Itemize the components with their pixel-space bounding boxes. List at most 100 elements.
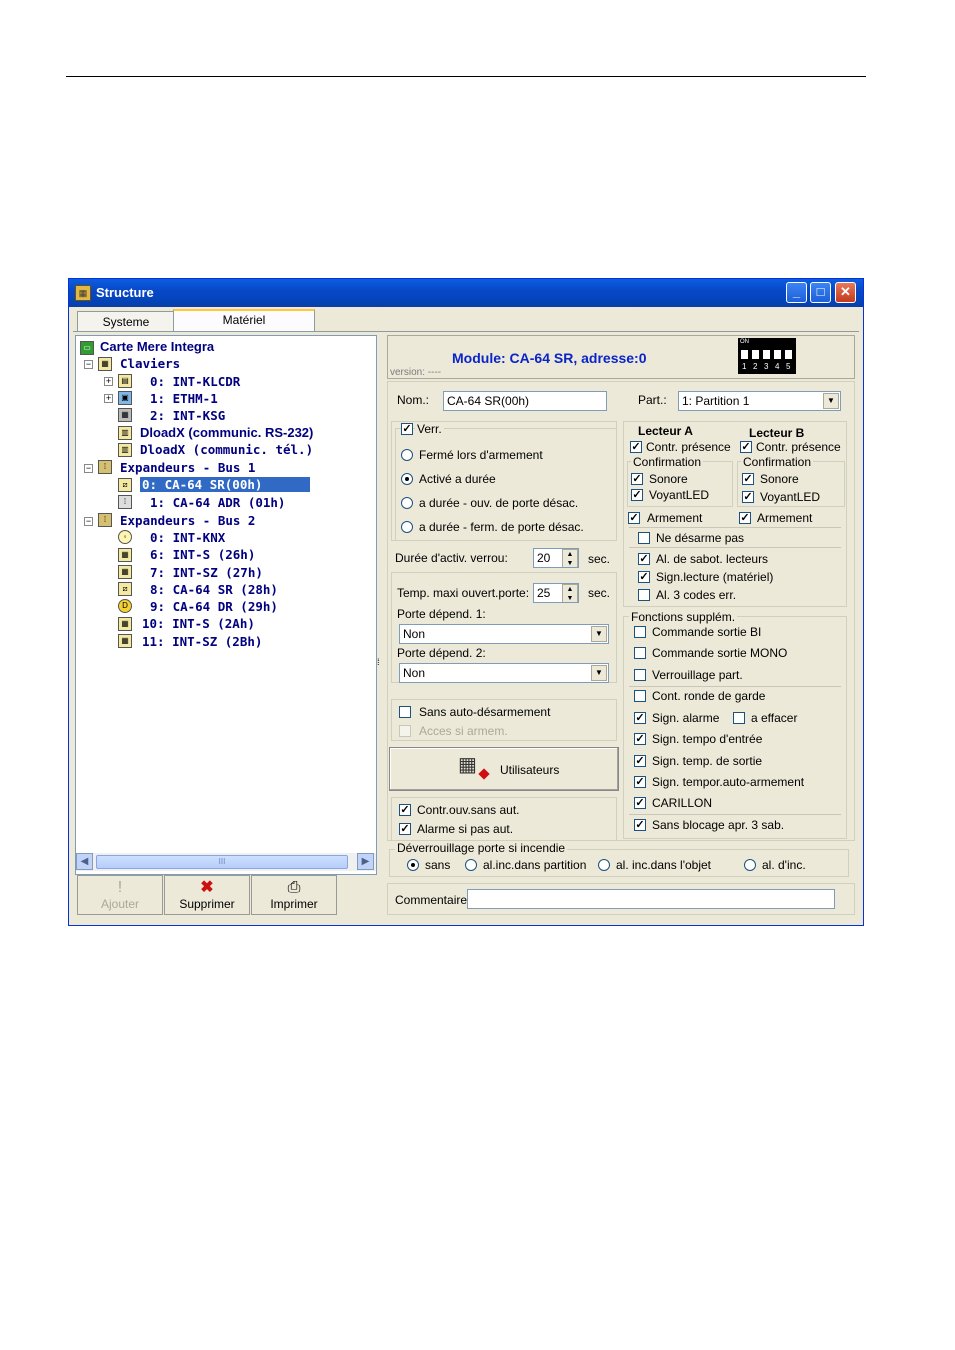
- maximize-button[interactable]: □: [810, 282, 831, 303]
- close-button[interactable]: ✕: [835, 282, 856, 303]
- active-duree-radio[interactable]: [401, 473, 413, 485]
- ne-desarme-checkbox[interactable]: [638, 532, 650, 544]
- porte-dep1-value: Non: [403, 627, 426, 641]
- tree-root[interactable]: Carte Mere Integra: [100, 339, 214, 354]
- title-bar[interactable]: ▦ Structure _ □ ✕: [69, 279, 863, 307]
- tree-node-b2-7[interactable]: 7: INT-SZ (27h): [150, 565, 263, 580]
- sans-blocage-checkbox[interactable]: ✓: [634, 819, 646, 831]
- sans-auto-checkbox[interactable]: [399, 706, 411, 718]
- tree-node-bus2[interactable]: Expandeurs - Bus 2: [120, 513, 255, 528]
- incendie-title: Déverrouillage porte si incendie: [395, 841, 568, 855]
- lecteur-a-sonore-checkbox[interactable]: ✓: [631, 473, 643, 485]
- expand-icon[interactable]: +: [104, 377, 113, 386]
- tree-node-b1-1[interactable]: 1: CA-64 ADR (01h): [150, 495, 285, 510]
- tree-node-b2-9[interactable]: 9: CA-64 DR (29h): [150, 599, 278, 614]
- partition-select[interactable]: 1: Partition 1 ▼: [678, 391, 841, 411]
- collapse-icon[interactable]: −: [84, 360, 93, 369]
- duree-input[interactable]: 20 ▲ ▼: [533, 548, 579, 568]
- scroll-left-icon[interactable]: ◀: [76, 853, 93, 870]
- trois-codes-checkbox[interactable]: [638, 589, 650, 601]
- carillon-checkbox[interactable]: ✓: [634, 797, 646, 809]
- duree-spinner-icon[interactable]: ▲ ▼: [562, 549, 578, 567]
- tree-action-bar: ! Ajouter ✖ Supprimer ⎙ Imprimer: [77, 875, 373, 915]
- lecteur-a-contr-checkbox[interactable]: ✓: [630, 441, 642, 453]
- scroll-thumb[interactable]: III: [96, 855, 348, 869]
- lecteur-b-armement-checkbox[interactable]: ✓: [739, 512, 751, 524]
- temp-sortie-checkbox[interactable]: ✓: [634, 755, 646, 767]
- tab-systeme[interactable]: Systeme: [77, 311, 175, 331]
- lecteur-b-confirmation-title: Confirmation: [741, 455, 814, 469]
- porte-dep2-select[interactable]: Non ▼: [399, 663, 609, 683]
- utilisateurs-button[interactable]: ▦ Utilisateurs: [389, 747, 619, 791]
- lecteur-b-voyant-checkbox[interactable]: ✓: [742, 491, 754, 503]
- tree-node-bus1[interactable]: Expandeurs - Bus 1: [120, 460, 255, 475]
- collapse-icon[interactable]: −: [84, 464, 93, 473]
- computer-icon: ▥: [118, 426, 132, 440]
- tree-horizontal-scrollbar[interactable]: ◀ III ▶: [76, 853, 376, 871]
- a-effacer-checkbox[interactable]: [733, 712, 745, 724]
- supprimer-button[interactable]: ✖ Supprimer: [164, 875, 250, 915]
- lecteur-b-sonore-checkbox[interactable]: ✓: [742, 473, 754, 485]
- incendie-partition-radio[interactable]: [465, 859, 477, 871]
- tree-node-b1-0-selected[interactable]: 0: CA-64 SR(00h): [140, 477, 310, 492]
- imprimer-button[interactable]: ⎙ Imprimer: [251, 875, 337, 915]
- duree-ferm-radio[interactable]: [401, 521, 413, 533]
- expand-icon[interactable]: +: [104, 394, 113, 403]
- incendie-partition-label: al.inc.dans partition: [483, 858, 587, 872]
- tree-node-b2-10[interactable]: 10: INT-S (2Ah): [142, 616, 255, 631]
- verr-checkbox[interactable]: ✓: [401, 423, 413, 435]
- verr-part-checkbox[interactable]: [634, 669, 646, 681]
- chevron-down-icon[interactable]: ▼: [591, 626, 607, 642]
- tab-strip: Systeme Matériel: [73, 309, 859, 332]
- splitter-handle[interactable]: ⁞: [377, 657, 380, 667]
- collapse-icon[interactable]: −: [84, 517, 93, 526]
- tree-node-kb0[interactable]: 0: INT-KLCDR: [150, 374, 240, 389]
- temp-maxi-input[interactable]: 25 ▲ ▼: [533, 583, 579, 603]
- tree-node-b2-11[interactable]: 11: INT-SZ (2Bh): [142, 634, 262, 649]
- lecteur-a-voyant-checkbox[interactable]: ✓: [631, 489, 643, 501]
- sign-lecture-checkbox[interactable]: ✓: [638, 571, 650, 583]
- acces-checkbox[interactable]: [399, 725, 411, 737]
- incendie-sans-radio[interactable]: [407, 859, 419, 871]
- tempo-entree-checkbox[interactable]: ✓: [634, 733, 646, 745]
- ferme-radio[interactable]: [401, 449, 413, 461]
- sign-alarme-checkbox[interactable]: ✓: [634, 712, 646, 724]
- ronde-checkbox[interactable]: [634, 690, 646, 702]
- tree-node-b2-0[interactable]: 0: INT-KNX: [150, 530, 225, 545]
- verr-part-label: Verrouillage part.: [652, 668, 743, 682]
- lecteur-a-armement-checkbox[interactable]: ✓: [628, 512, 640, 524]
- duree-ouv-radio[interactable]: [401, 497, 413, 509]
- tree-node-b2-6[interactable]: 6: INT-S (26h): [150, 547, 255, 562]
- temp-spinner-icon[interactable]: ▲ ▼: [562, 584, 578, 602]
- duree-label: Durée d'activ. verrou:: [395, 551, 508, 565]
- scroll-right-icon[interactable]: ▶: [357, 853, 374, 870]
- cmd-bi-checkbox[interactable]: [634, 626, 646, 638]
- incendie-objet-radio[interactable]: [598, 859, 610, 871]
- tab-materiel[interactable]: Matériel: [173, 309, 315, 331]
- porte-dep1-select[interactable]: Non ▼: [399, 624, 609, 644]
- tree-node-claviers[interactable]: Claviers: [120, 356, 180, 371]
- tree-node-kb1[interactable]: 1: ETHM-1: [150, 391, 218, 406]
- nom-input[interactable]: CA-64 SR(00h): [443, 391, 607, 411]
- network-module-icon: ▣: [118, 391, 132, 405]
- alarme-pas-checkbox[interactable]: ✓: [399, 823, 411, 835]
- alarme-pas-label: Alarme si pas aut.: [417, 822, 514, 836]
- ajouter-button[interactable]: ! Ajouter: [77, 875, 163, 915]
- sabot-checkbox[interactable]: ✓: [638, 553, 650, 565]
- hardware-tree[interactable]: ▭ Carte Mere Integra − ▦ Claviers + ▤ 0:…: [75, 335, 377, 875]
- sign-alarme-label: Sign. alarme: [652, 711, 720, 725]
- expander-icon: ▦: [118, 634, 132, 648]
- tree-node-dload-tel[interactable]: DloadX (communic. tél.): [140, 442, 313, 457]
- tree-node-b2-8[interactable]: 8: CA-64 SR (28h): [150, 582, 278, 597]
- tree-node-dload-rs232[interactable]: DloadX (communic. RS-232): [140, 425, 313, 440]
- chevron-down-icon[interactable]: ▼: [823, 393, 839, 409]
- cmd-mono-checkbox[interactable]: [634, 647, 646, 659]
- incendie-dinc-radio[interactable]: [744, 859, 756, 871]
- minimize-button[interactable]: _: [786, 282, 807, 303]
- tempor-auto-checkbox[interactable]: ✓: [634, 776, 646, 788]
- lecteur-b-contr-checkbox[interactable]: ✓: [740, 441, 752, 453]
- tree-node-kb2[interactable]: 2: INT-KSG: [150, 408, 225, 423]
- chevron-down-icon[interactable]: ▼: [591, 665, 607, 681]
- commentaire-input[interactable]: [467, 889, 835, 909]
- contr-ouv-checkbox[interactable]: ✓: [399, 804, 411, 816]
